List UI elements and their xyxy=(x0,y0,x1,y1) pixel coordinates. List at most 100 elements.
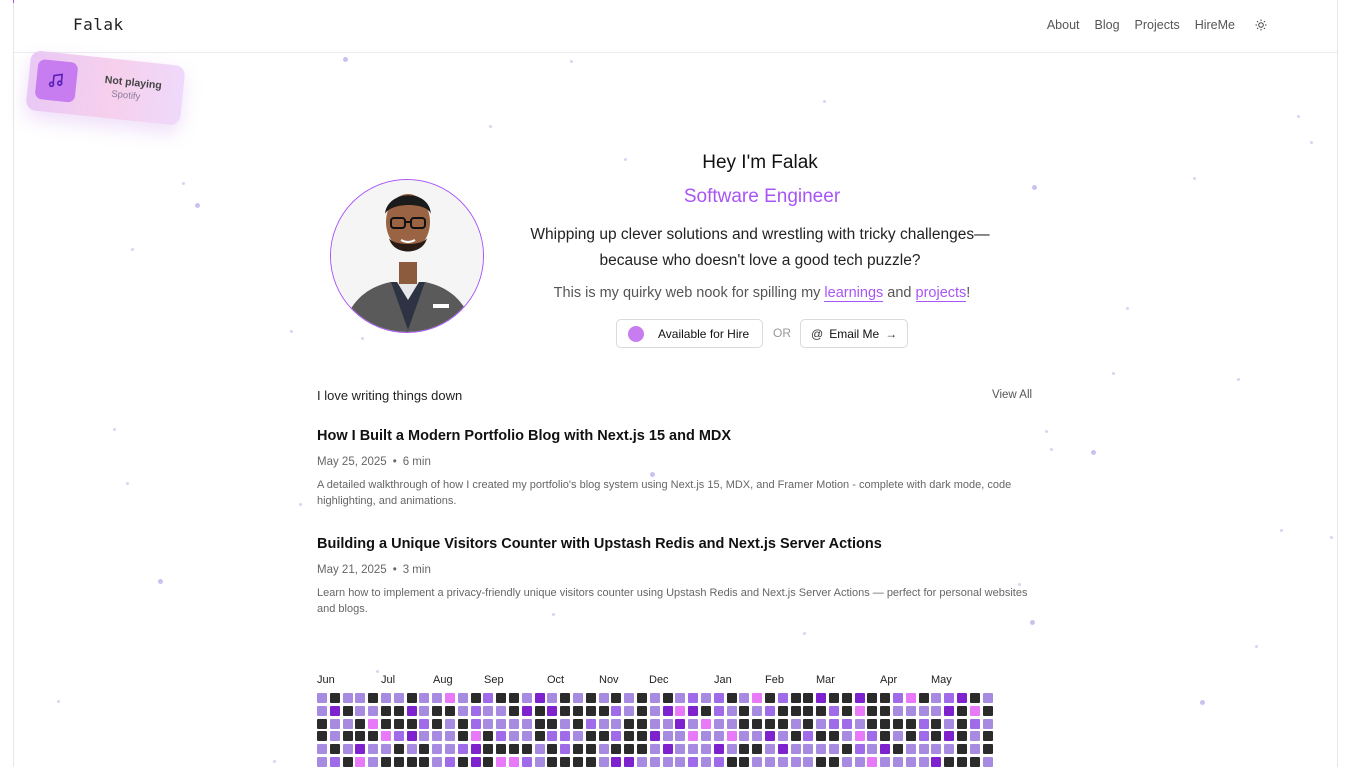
contribution-cell xyxy=(432,731,442,741)
post-read-time: 6 min xyxy=(402,456,431,468)
contribution-cell xyxy=(368,744,378,754)
main-nav: About Blog Projects HireMe xyxy=(1047,18,1268,32)
contribution-cell xyxy=(330,744,340,754)
post-title[interactable]: Building a Unique Visitors Counter with … xyxy=(317,536,1037,552)
contribution-cell xyxy=(330,731,340,741)
particle xyxy=(113,428,116,431)
contribution-cell xyxy=(599,744,609,754)
contribution-cell xyxy=(368,693,378,703)
contribution-cell xyxy=(765,731,775,741)
contribution-cell xyxy=(535,757,545,767)
contribution-cell xyxy=(573,719,583,729)
contribution-cell xyxy=(535,719,545,729)
contribution-cell xyxy=(727,719,737,729)
contribution-cell xyxy=(368,757,378,767)
nav-hireme[interactable]: HireMe xyxy=(1195,18,1235,32)
email-me-button[interactable]: @ Email Me → xyxy=(800,319,908,348)
contribution-cell xyxy=(791,719,801,729)
contribution-cell xyxy=(663,719,673,729)
contribution-cell xyxy=(547,757,557,767)
particle xyxy=(489,125,492,128)
contribution-cell xyxy=(714,706,724,716)
contribution-cell xyxy=(586,744,596,754)
contribution-cell xyxy=(931,693,941,703)
contribution-cell xyxy=(599,731,609,741)
contribution-cell xyxy=(803,757,813,767)
post-date: May 25, 2025 xyxy=(317,456,387,468)
particle xyxy=(158,579,163,584)
contribution-cell xyxy=(970,706,980,716)
learnings-link[interactable]: learnings xyxy=(824,285,884,302)
contribution-cell xyxy=(355,693,365,703)
contribution-cell xyxy=(407,706,417,716)
contribution-cell xyxy=(791,706,801,716)
sun-icon[interactable] xyxy=(1254,18,1268,32)
contribution-cell xyxy=(586,693,596,703)
contribution-cell xyxy=(867,744,877,754)
contribution-cell xyxy=(906,731,916,741)
page-frame xyxy=(13,0,1338,767)
view-all-link[interactable]: View All xyxy=(992,389,1032,401)
contribution-cell xyxy=(803,719,813,729)
contribution-cell xyxy=(317,744,327,754)
contribution-cell xyxy=(445,731,455,741)
contribution-cell xyxy=(432,693,442,703)
available-for-hire-button[interactable]: Available for Hire xyxy=(616,319,763,348)
contribution-cell xyxy=(739,693,749,703)
contribution-cell xyxy=(675,719,685,729)
month-label: Apr xyxy=(880,674,898,686)
month-label: Jun xyxy=(317,674,335,686)
particle xyxy=(1193,177,1196,180)
contribution-cell xyxy=(432,744,442,754)
nav-projects[interactable]: Projects xyxy=(1135,18,1180,32)
contribution-cell xyxy=(765,757,775,767)
contribution-cell xyxy=(855,706,865,716)
contribution-cell xyxy=(535,744,545,754)
contribution-cell xyxy=(624,706,634,716)
contribution-cell xyxy=(675,693,685,703)
contribution-cell xyxy=(919,757,929,767)
contribution-cell xyxy=(650,706,660,716)
contribution-cell xyxy=(739,731,749,741)
particle xyxy=(1297,115,1300,118)
projects-link[interactable]: projects xyxy=(915,285,967,302)
contribution-cell xyxy=(330,693,340,703)
contribution-cell xyxy=(970,719,980,729)
contribution-cell xyxy=(765,693,775,703)
contribution-cell xyxy=(983,731,993,741)
contribution-cell xyxy=(867,719,877,729)
contribution-cell xyxy=(407,731,417,741)
contribution-cell xyxy=(483,693,493,703)
contribution-cell xyxy=(816,693,826,703)
contribution-cell xyxy=(419,706,429,716)
contribution-cell xyxy=(509,693,519,703)
contribution-cell xyxy=(445,693,455,703)
particle xyxy=(1050,448,1053,451)
hero-description: Whipping up clever solutions and wrestli… xyxy=(530,226,990,269)
particle xyxy=(343,57,348,62)
nav-blog[interactable]: Blog xyxy=(1095,18,1120,32)
contribution-cell xyxy=(944,719,954,729)
contribution-cell xyxy=(867,757,877,767)
contribution-cell xyxy=(381,719,391,729)
contribution-cell xyxy=(970,757,980,767)
particle xyxy=(1112,372,1115,375)
contribution-cell xyxy=(419,757,429,767)
contribution-cell xyxy=(624,693,634,703)
contribution-cell xyxy=(957,719,967,729)
blog-post[interactable]: Building a Unique Visitors Counter with … xyxy=(317,536,1037,617)
site-logo[interactable]: Falak xyxy=(73,15,124,34)
contribution-cell xyxy=(701,706,711,716)
contribution-cell xyxy=(381,731,391,741)
blog-post[interactable]: How I Built a Modern Portfolio Blog with… xyxy=(317,428,1037,509)
particle xyxy=(376,670,379,673)
contribution-cell xyxy=(842,744,852,754)
contribution-cell xyxy=(458,719,468,729)
contribution-cell xyxy=(880,744,890,754)
contribution-cell xyxy=(343,757,353,767)
contribution-cell xyxy=(739,706,749,716)
nav-about[interactable]: About xyxy=(1047,18,1080,32)
post-title[interactable]: How I Built a Modern Portfolio Blog with… xyxy=(317,428,1037,444)
contribution-cell xyxy=(701,744,711,754)
post-meta: May 21, 2025 • 3 min xyxy=(317,564,1037,576)
